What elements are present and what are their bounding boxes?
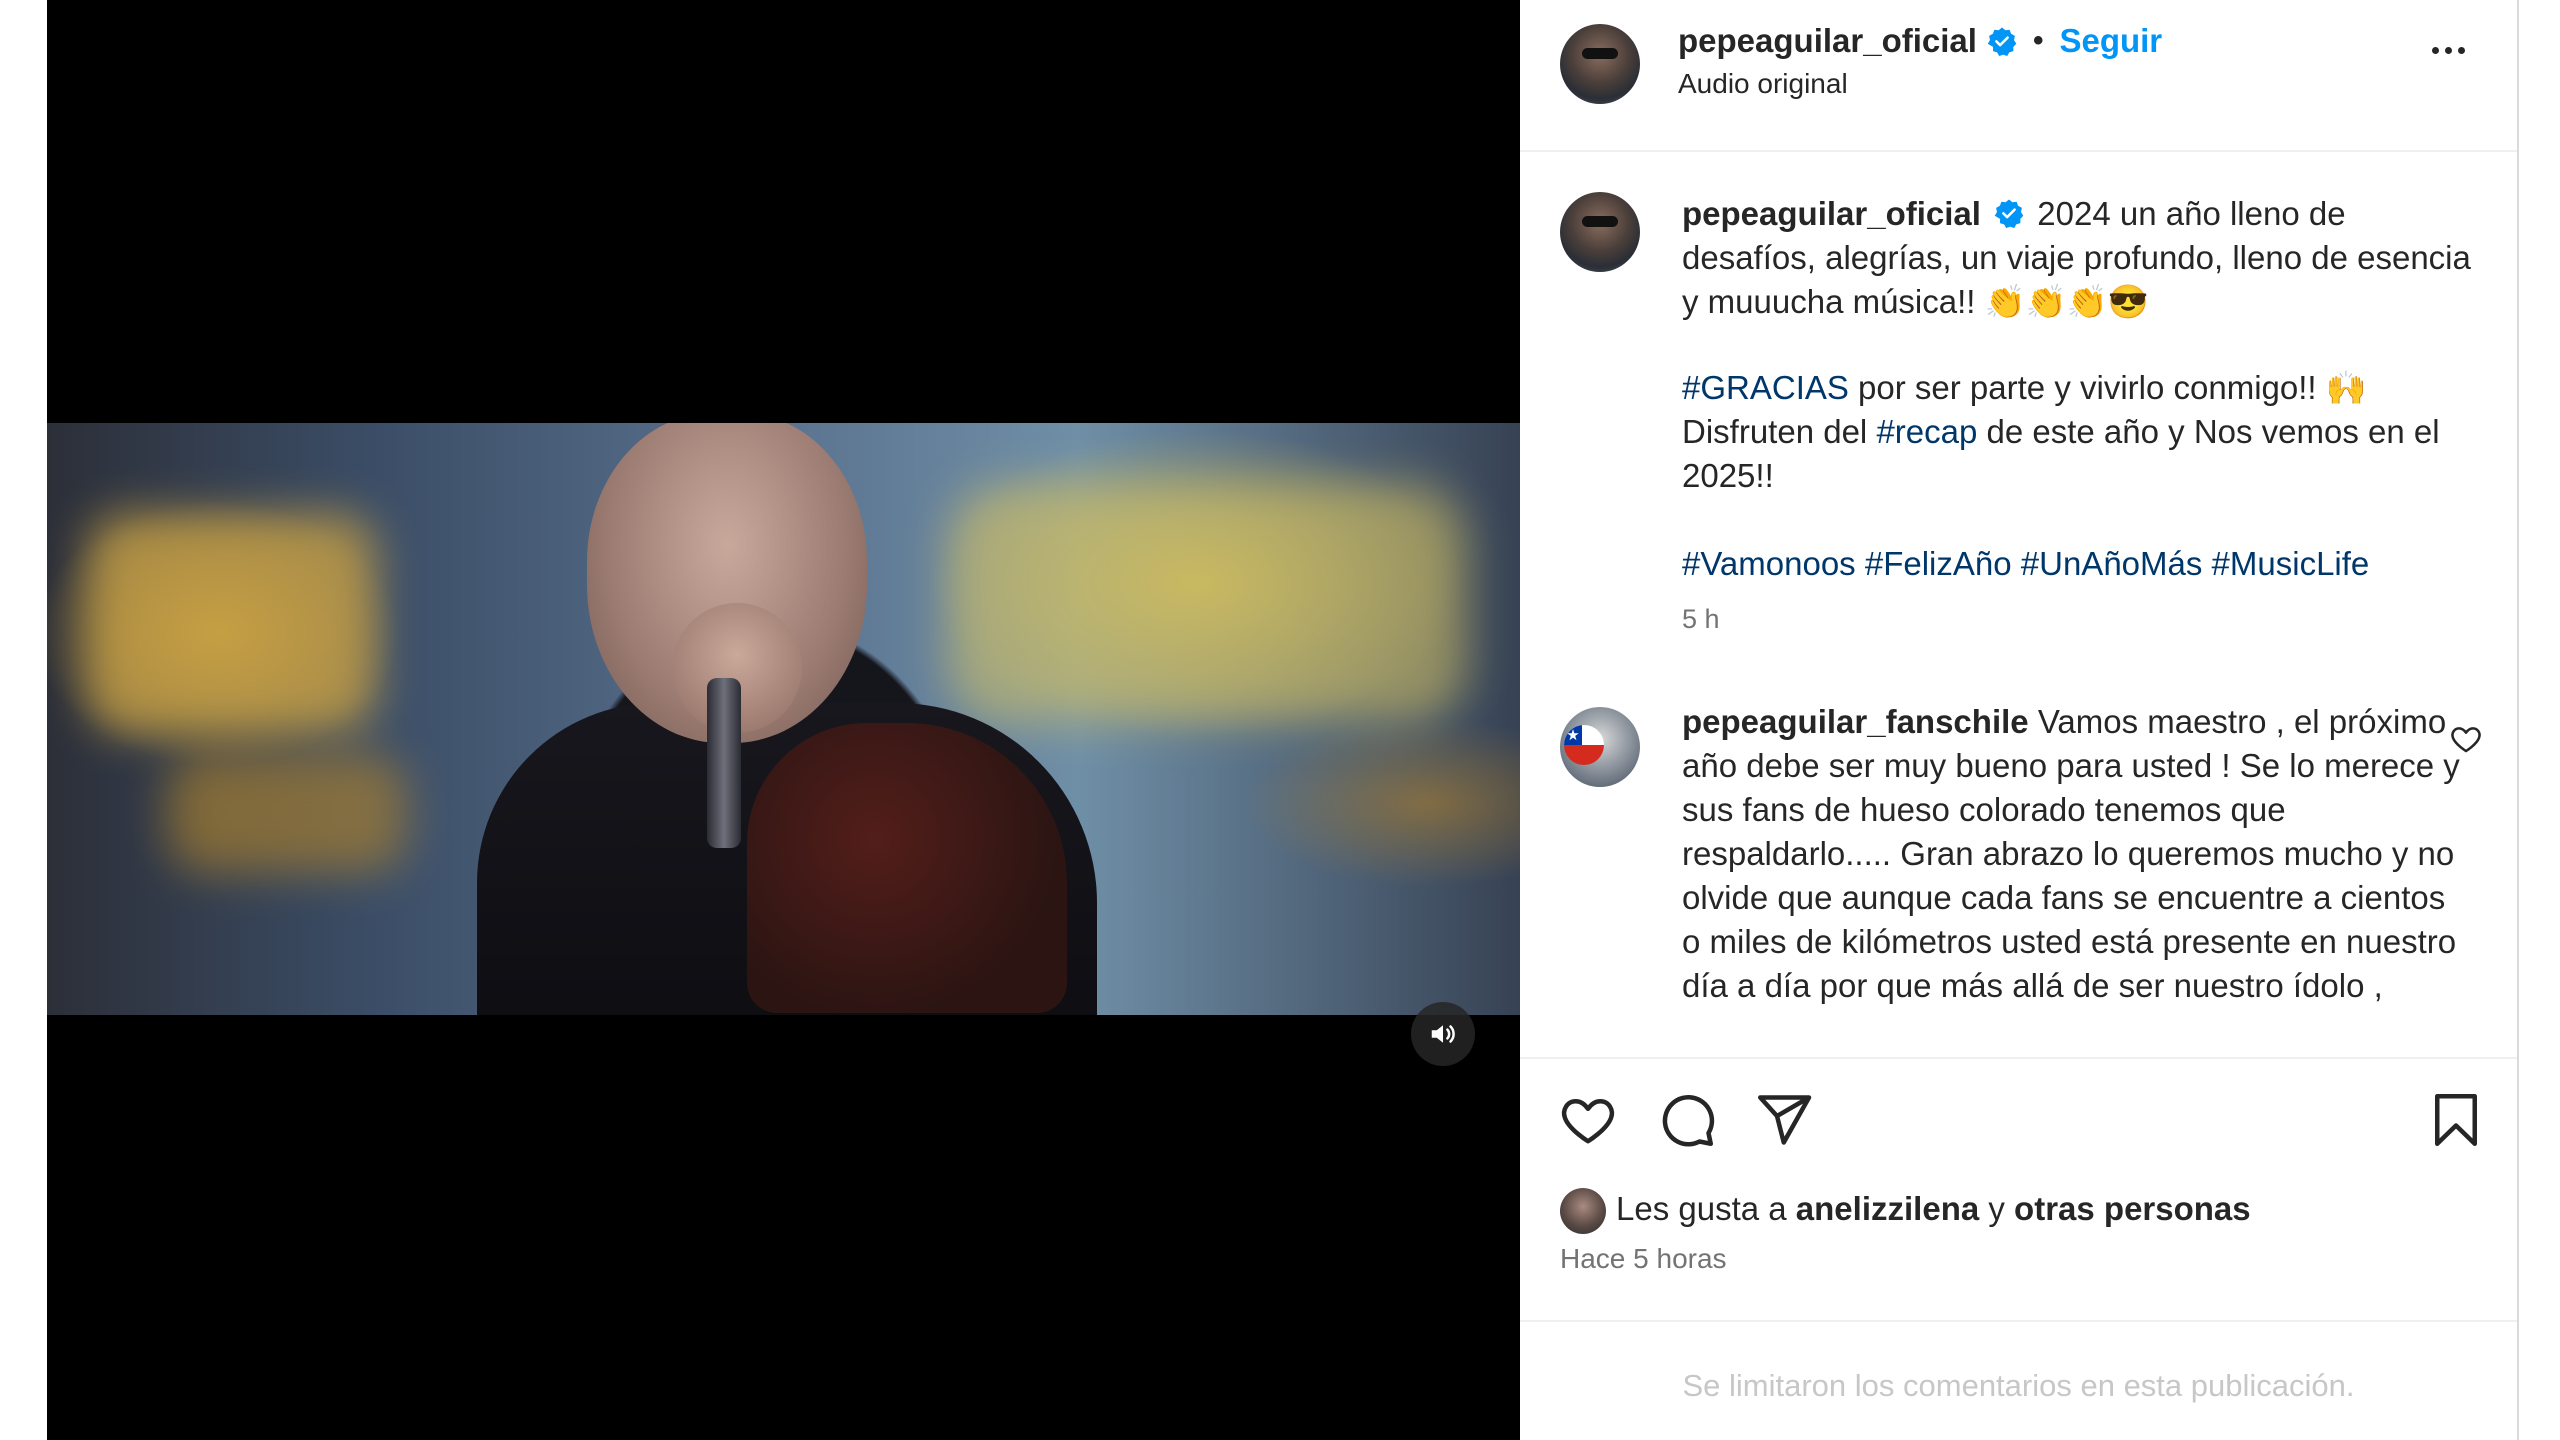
post-timestamp[interactable]: Hace 5 horas [1560, 1243, 1727, 1275]
sound-toggle-button[interactable] [1411, 1002, 1475, 1066]
caption-author-avatar[interactable] [1560, 192, 1640, 272]
likes-summary: Les gusta a anelizzilena y otras persona… [1616, 1190, 2251, 1228]
instagram-post-modal: pepeaguilar_oficial • Seguir Audio origi… [0, 0, 2560, 1440]
liker-username[interactable]: anelizzilena [1796, 1190, 1979, 1227]
follow-button[interactable]: Seguir [2059, 22, 2162, 60]
comment-heart-icon[interactable] [2449, 722, 2483, 756]
hashtag-link[interactable]: #UnAñoMás [2021, 545, 2203, 582]
author-avatar[interactable] [1560, 24, 1640, 104]
likes-prefix: Les gusta a [1616, 1190, 1796, 1227]
post-header: pepeaguilar_oficial • Seguir [1678, 22, 2162, 60]
commenter-avatar[interactable] [1560, 707, 1640, 787]
verified-badge-icon [1987, 27, 2017, 56]
header-separator: • [2032, 24, 2044, 57]
caption-hashtags: #Vamonoos #FelizAño #UnAñoMás #MusicLife [1682, 542, 2472, 586]
verified-badge-icon [1994, 199, 2024, 229]
caption-paragraph: #GRACIAS por ser parte y vivirlo conmigo… [1682, 366, 2472, 498]
other-likers-link[interactable]: otras personas [2014, 1190, 2251, 1227]
post-sidebar: pepeaguilar_oficial • Seguir Audio origi… [1520, 0, 2519, 1440]
hashtag-link[interactable]: #FelizAño [1865, 545, 2012, 582]
comments-list[interactable]: pepeaguilar_oficial 2024 un año lleno de… [1520, 152, 2517, 1057]
bookmark-icon[interactable] [2426, 1090, 2486, 1150]
stage-light [87, 513, 377, 733]
caption-timestamp[interactable]: 5 h [1682, 604, 1720, 635]
hashtag-link[interactable]: #GRACIAS [1682, 369, 1849, 406]
more-options-icon[interactable] [2423, 38, 2473, 62]
caption-text: pepeaguilar_oficial 2024 un año lleno de… [1682, 192, 2472, 324]
comments-limited-notice: Se limitaron los comentarios en esta pub… [1682, 1368, 2355, 1403]
comment: pepeaguilar_fanschile Vamos maestro , el… [1682, 700, 2472, 1008]
hashtag-link[interactable]: #recap [1876, 413, 1977, 450]
divider [1520, 1057, 2517, 1059]
commenter-username[interactable]: pepeaguilar_fanschile [1682, 703, 2029, 740]
video-player[interactable] [47, 0, 1520, 1440]
caption-fragment: Disfruten del [1682, 413, 1877, 450]
caption-username[interactable]: pepeaguilar_oficial [1682, 195, 1981, 232]
paper-plane-icon[interactable] [1754, 1090, 1814, 1150]
divider [1520, 1320, 2517, 1322]
speaker-icon [1431, 1025, 1455, 1043]
hashtag-link[interactable]: #MusicLife [2212, 545, 2370, 582]
stage-light [947, 483, 1467, 723]
caption-fragment: por ser parte y vivirlo conmigo!! 🙌 [1848, 369, 2367, 406]
author-username[interactable]: pepeaguilar_oficial [1678, 22, 1977, 60]
stage-light [167, 753, 407, 873]
comment-bubble-icon[interactable] [1657, 1090, 1717, 1150]
heart-icon[interactable] [1558, 1090, 1618, 1150]
microphone [707, 678, 741, 848]
audio-link[interactable]: Audio original [1678, 68, 1848, 100]
liker-avatar[interactable] [1560, 1188, 1606, 1234]
video-frame[interactable] [47, 423, 1520, 1015]
comment-body: Vamos maestro , el próximo año debe ser … [1682, 703, 2460, 1004]
likes-middle: y [1979, 1190, 2015, 1227]
hashtag-link[interactable]: #Vamonoos [1682, 545, 1856, 582]
chile-flag-icon [1564, 725, 1604, 765]
